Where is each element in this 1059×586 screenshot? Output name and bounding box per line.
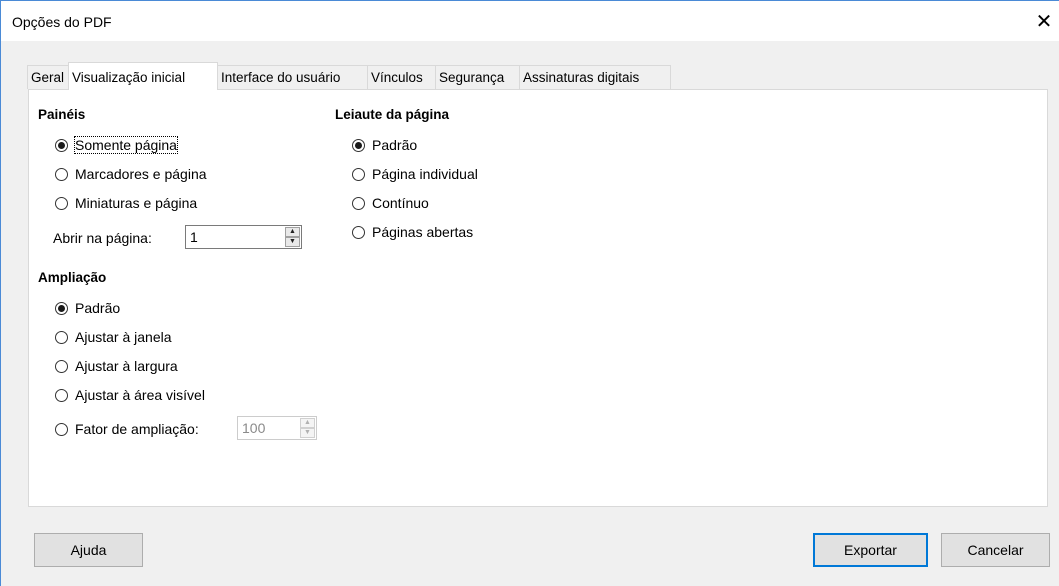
radio-continuo[interactable]: Contínuo	[352, 193, 429, 213]
help-button[interactable]: Ajuda	[34, 533, 143, 567]
radio-label: Miniaturas e página	[75, 195, 198, 211]
spin-up-icon[interactable]: ▲	[300, 418, 315, 428]
radio-indicator	[352, 225, 365, 239]
export-button[interactable]: Exportar	[813, 533, 928, 567]
leiaute-heading: Leiaute da página	[335, 107, 450, 122]
radio-indicator	[55, 301, 68, 315]
radio-indicator	[352, 196, 365, 210]
open-page-value: 1	[190, 229, 198, 245]
open-page-spinbox[interactable]: 1 ▲ ▼	[185, 225, 302, 249]
tab-assinaturas-digitais[interactable]: Assinaturas digitais	[519, 65, 671, 89]
tab-interface-do-usuario[interactable]: Interface do usuário	[217, 65, 368, 89]
radio-ajustar-largura[interactable]: Ajustar à largura	[55, 356, 178, 376]
zoom-factor-value: 100	[242, 420, 266, 436]
radio-leiaute-padrao[interactable]: Padrão	[352, 135, 417, 155]
tab-panel-visualizacao-inicial: Painéis Somente página Marcadores e pági…	[28, 89, 1048, 507]
pdf-options-dialog: Opções do PDF ✕ Geral Visualização inici…	[0, 0, 1059, 586]
radio-somente-pagina[interactable]: Somente página	[55, 135, 178, 155]
tab-geral[interactable]: Geral	[27, 65, 69, 89]
radio-indicator	[55, 167, 68, 181]
spin-arrows: ▲ ▼	[300, 418, 315, 438]
radio-label: Ajustar à área visível	[75, 387, 205, 403]
radio-indicator	[55, 388, 68, 402]
radio-label: Contínuo	[372, 195, 429, 211]
radio-indicator	[55, 330, 68, 344]
close-icon: ✕	[1035, 11, 1053, 33]
ampliacao-heading: Ampliação	[38, 270, 107, 285]
radio-ajustar-janela[interactable]: Ajustar à janela	[55, 327, 172, 347]
radio-label: Padrão	[372, 137, 418, 153]
radio-label: Fator de ampliação:	[75, 421, 199, 437]
close-button[interactable]: ✕	[1029, 11, 1059, 33]
radio-zoom-padrao[interactable]: Padrão	[55, 298, 120, 318]
radio-fator-ampliacao[interactable]: Fator de ampliação:	[55, 419, 199, 439]
radio-indicator	[352, 167, 365, 181]
radio-label: Somente página	[74, 136, 178, 154]
radio-label: Marcadores e página	[75, 166, 207, 182]
radio-miniaturas-e-pagina[interactable]: Miniaturas e página	[55, 193, 197, 213]
radio-indicator	[55, 196, 68, 210]
spin-down-icon[interactable]: ▼	[285, 237, 300, 247]
zoom-factor-spinbox[interactable]: 100 ▲ ▼	[237, 416, 317, 440]
spin-arrows: ▲ ▼	[285, 227, 300, 247]
radio-indicator	[55, 422, 68, 436]
radio-marcadores-e-pagina[interactable]: Marcadores e página	[55, 164, 207, 184]
radio-pagina-individual[interactable]: Página individual	[352, 164, 478, 184]
radio-indicator	[55, 359, 68, 373]
radio-paginas-abertas[interactable]: Páginas abertas	[352, 222, 473, 242]
radio-label: Ajustar à janela	[75, 329, 172, 345]
spin-up-icon[interactable]: ▲	[285, 227, 300, 237]
title-bar: Opções do PDF ✕	[1, 1, 1059, 41]
radio-label: Ajustar à largura	[75, 358, 178, 374]
radio-label: Página individual	[372, 166, 478, 182]
radio-indicator	[352, 138, 365, 152]
open-page-label: Abrir na página:	[53, 230, 152, 246]
radio-label: Padrão	[75, 300, 121, 316]
tab-visualizacao-inicial[interactable]: Visualização inicial	[68, 62, 218, 90]
tab-seguranca[interactable]: Segurança	[435, 65, 520, 89]
window-title: Opções do PDF	[12, 14, 112, 30]
radio-label: Páginas abertas	[372, 224, 474, 240]
radio-indicator	[55, 138, 68, 152]
paineis-heading: Painéis	[38, 107, 86, 122]
tab-vinculos[interactable]: Vínculos	[367, 65, 436, 89]
spin-down-icon[interactable]: ▼	[300, 428, 315, 438]
radio-ajustar-area-visivel[interactable]: Ajustar à área visível	[55, 385, 205, 405]
cancel-button[interactable]: Cancelar	[941, 533, 1050, 567]
